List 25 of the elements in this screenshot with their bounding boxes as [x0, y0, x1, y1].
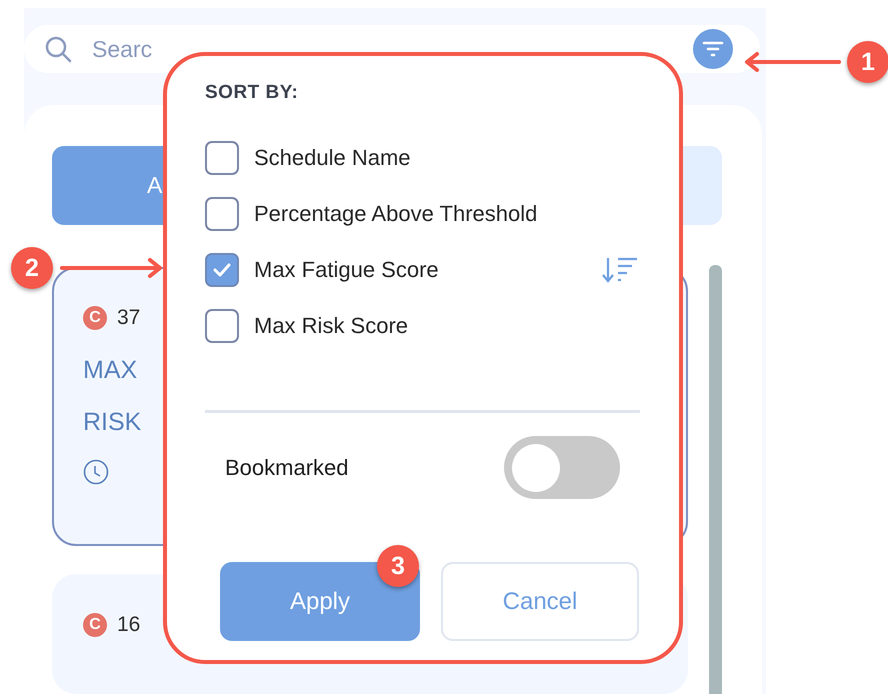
checkbox[interactable]: [205, 197, 239, 231]
schedule-id: 37: [117, 306, 140, 330]
popup-title: SORT BY:: [205, 82, 300, 104]
checkbox[interactable]: [205, 253, 239, 287]
scrollbar[interactable]: [709, 265, 722, 694]
filter-button[interactable]: [693, 29, 733, 69]
filter-icon: [702, 40, 724, 58]
schedule-id: 16: [117, 613, 140, 637]
checkbox[interactable]: [205, 141, 239, 175]
clock-icon: [83, 459, 109, 485]
metric-label: MAX: [83, 357, 138, 383]
search-icon: [44, 35, 72, 63]
option-label[interactable]: Schedule Name: [254, 145, 411, 171]
option-label[interactable]: Max Fatigue Score: [254, 257, 439, 283]
checkbox[interactable]: [205, 309, 239, 343]
sort-descending-icon[interactable]: [602, 256, 638, 284]
category-badge: C: [83, 613, 107, 637]
category-badge: C: [83, 306, 107, 330]
check-icon: [213, 263, 231, 277]
option-label[interactable]: Percentage Above Threshold: [254, 201, 538, 227]
toggle-label: Bookmarked: [225, 454, 349, 480]
step-number-badge: 1: [847, 41, 888, 83]
metric-label: RISK: [83, 409, 142, 435]
step-number-badge: 2: [11, 247, 53, 289]
option-label[interactable]: Max Risk Score: [254, 313, 408, 339]
